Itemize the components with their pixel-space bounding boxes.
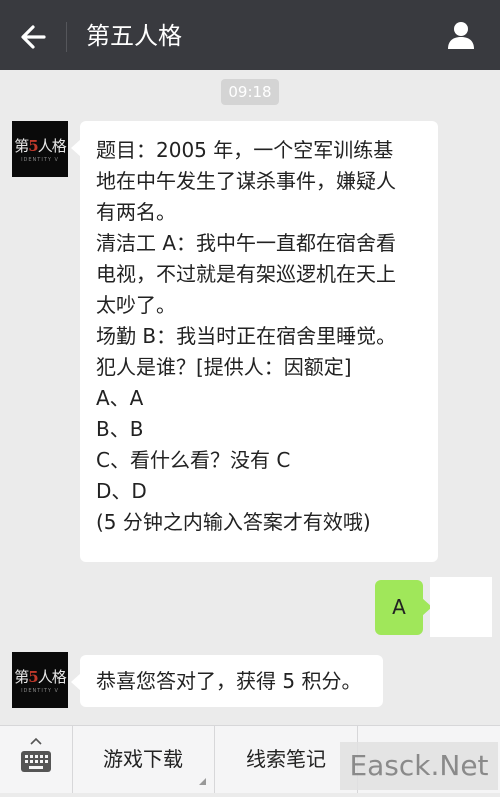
menu-item-label: 线索笔记 — [246, 747, 326, 771]
identity-v-logo: 第5人格 — [14, 668, 66, 686]
message-bubble-result[interactable]: 恭喜您答对了，获得 5 积分。 — [71, 655, 383, 707]
profile-button[interactable] — [444, 18, 478, 52]
keyboard-toggle-button[interactable] — [0, 726, 73, 793]
arrow-left-icon — [21, 25, 46, 49]
my-avatar[interactable] — [430, 577, 492, 637]
avatar[interactable]: 第5人格 IDENTITY V — [12, 121, 68, 177]
identity-v-logo: 第5人格 — [14, 137, 66, 155]
message-line: 电视，不过就是有架巡逻机在天上 — [96, 262, 396, 286]
message-line: 太吵了。 — [96, 293, 176, 317]
submenu-corner-icon — [199, 778, 206, 785]
avatar[interactable]: 第5人格 IDENTITY V — [12, 652, 68, 708]
person-icon — [448, 22, 474, 49]
menu-item-label: 游戏下载 — [103, 747, 183, 771]
message-bubble-question[interactable]: 题目：2005 年，一个空军训练基 地在中午发生了谋杀事件，嫌疑人 有两名。 清… — [71, 121, 438, 562]
message-line: (5 分钟之内输入答案才有效哦) — [96, 510, 371, 534]
watermark: Easck.Net — [340, 742, 498, 790]
chat-title: 第五人格 — [86, 22, 182, 50]
my-message-bubble[interactable]: A — [375, 580, 432, 635]
message-line: 有两名。 — [96, 200, 176, 224]
message-line: C、看什么看？没有 C — [96, 448, 291, 472]
message-line: A、A — [96, 386, 144, 410]
message-line: 题目：2005 年，一个空军训练基 — [96, 138, 394, 162]
back-button[interactable] — [16, 20, 50, 54]
identity-v-logo-sub: IDENTITY V — [21, 688, 59, 694]
message-line: 恭喜您答对了，获得 5 积分。 — [96, 669, 362, 693]
menu-item-clue-notes[interactable]: 线索笔记 — [215, 726, 358, 793]
title-bar: 第五人格 — [0, 0, 500, 70]
message-line: 地在中午发生了谋杀事件，嫌疑人 — [96, 169, 396, 193]
menu-item-game-download[interactable]: 游戏下载 — [72, 726, 215, 793]
keyboard-icon — [21, 737, 51, 772]
title-divider — [66, 22, 67, 52]
message-line: 犯人是谁？[提供人：因额定] — [96, 355, 352, 379]
message-timestamp: 09:18 — [221, 79, 279, 105]
message-line: B、B — [96, 417, 144, 441]
message-line: 清洁工 A：我中午一直都在宿舍看 — [96, 231, 397, 255]
message-line: 场勤 B：我当时正在宿舍里睡觉。 — [96, 324, 397, 348]
identity-v-logo-sub: IDENTITY V — [21, 157, 59, 163]
message-line: D、D — [96, 479, 147, 503]
